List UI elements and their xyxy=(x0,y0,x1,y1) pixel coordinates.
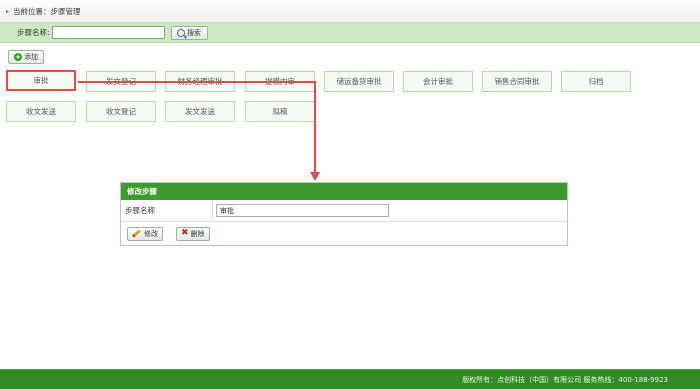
edit-step-panel: 修改步骤 步骤名称 审批 修改 ✖ 删除 xyxy=(120,182,568,246)
step-item[interactable]: 销售合同审批 xyxy=(482,71,552,92)
delete-button[interactable]: ✖ 删除 xyxy=(176,226,210,241)
step-label: 销售合同审批 xyxy=(494,77,540,86)
modify-button-label: 修改 xyxy=(144,229,158,238)
step-item[interactable]: 拟稿 xyxy=(245,101,315,122)
panel-title: 修改步骤 xyxy=(121,183,567,200)
step-label: 归档 xyxy=(588,77,604,86)
search-button[interactable]: 搜索 xyxy=(170,25,208,40)
pencil-icon xyxy=(132,229,141,238)
footer-text: 版权所有：点创科技（中国）有限公司 服务热线：400-188-9923 xyxy=(462,375,668,384)
connector-line-vertical xyxy=(314,81,316,173)
modify-button[interactable]: 修改 xyxy=(127,226,163,241)
add-button-label: 添加 xyxy=(24,53,38,61)
search-label: 步骤名称: xyxy=(17,28,50,37)
step-item[interactable]: 归档 xyxy=(561,71,631,92)
breadcrumb-bar: ▸ 当前位置：步骤管理 xyxy=(0,0,700,23)
step-label: 拟稿 xyxy=(272,107,288,116)
connector-line-horizontal xyxy=(78,81,315,83)
step-label: 储运备货审批 xyxy=(336,77,382,86)
step-item[interactable]: 审批 xyxy=(6,70,76,91)
search-icon xyxy=(177,28,186,37)
step-item[interactable]: 收文发送 xyxy=(6,101,76,122)
step-name-search-input[interactable] xyxy=(51,26,165,39)
step-label: 会计审批 xyxy=(423,77,453,86)
add-button[interactable]: + 添加 xyxy=(8,50,44,64)
step-item[interactable]: 收文登记 xyxy=(86,101,156,122)
step-name-row: 步骤名称 审批 xyxy=(121,200,567,222)
breadcrumb: 当前位置：步骤管理 xyxy=(13,6,81,16)
step-label: 审批 xyxy=(33,76,49,85)
step-name-label: 步骤名称 xyxy=(121,200,213,221)
footer: 版权所有：点创科技（中国）有限公司 服务热线：400-188-9923 xyxy=(0,369,700,389)
delete-icon: ✖ xyxy=(181,228,189,238)
step-label: 收文登记 xyxy=(106,107,136,116)
triangle-icon: ▸ xyxy=(6,7,10,15)
panel-actions: 修改 ✖ 删除 xyxy=(121,222,567,245)
step-item[interactable]: 会计审批 xyxy=(403,71,473,92)
step-item[interactable]: 储运备货审批 xyxy=(324,71,394,92)
delete-button-label: 删除 xyxy=(190,229,205,238)
step-name-input[interactable]: 审批 xyxy=(216,204,389,217)
add-icon: + xyxy=(14,53,22,61)
step-label: 收文发送 xyxy=(26,107,56,116)
step-label: 发文发送 xyxy=(185,107,215,116)
step-item[interactable]: 发文发送 xyxy=(165,101,235,122)
search-bar: 步骤名称: 搜索 xyxy=(0,23,700,43)
search-button-label: 搜索 xyxy=(187,28,202,37)
arrow-down-icon xyxy=(310,172,320,181)
